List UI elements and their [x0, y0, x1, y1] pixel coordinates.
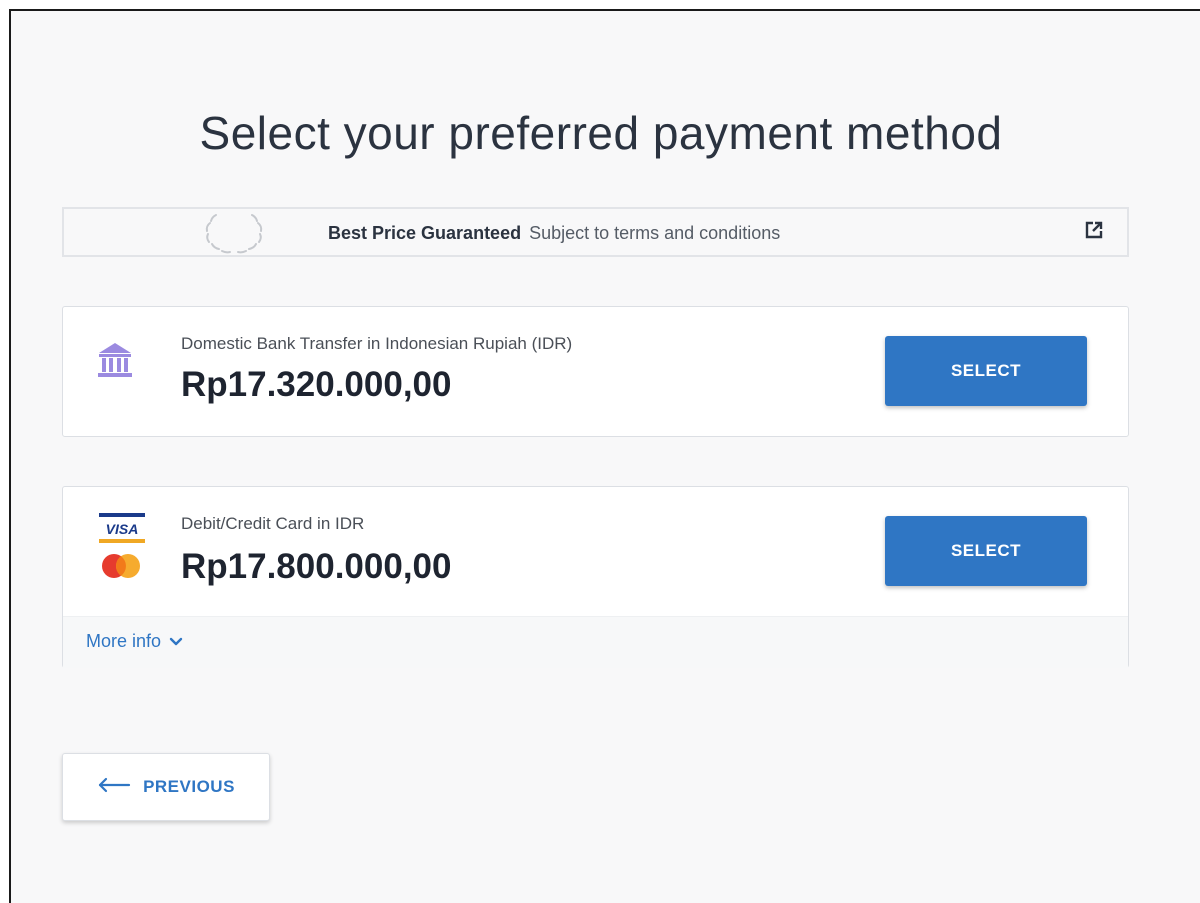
banner-text: Best Price Guaranteed Subject to terms an…: [328, 223, 780, 244]
chevron-down-icon: [169, 631, 183, 652]
mastercard-icon: [100, 553, 144, 584]
payment-option-price: Rp17.320.000,00: [181, 365, 452, 404]
visa-text: VISA: [106, 521, 139, 537]
previous-button[interactable]: PREVIOUS: [62, 753, 270, 821]
select-bank-transfer-button[interactable]: SELECT: [885, 336, 1087, 406]
banner-headline: Best Price Guaranteed: [328, 223, 522, 243]
payment-option-card: VISA Debit/Credit Card in IDR Rp17.800.0…: [62, 486, 1129, 668]
laurel-wreath-icon: [196, 207, 272, 264]
select-card-button[interactable]: SELECT: [885, 516, 1087, 586]
best-price-banner: Best Price Guaranteed Subject to terms an…: [62, 207, 1129, 257]
more-info-bar: More info: [63, 616, 1128, 668]
page-title: Select your preferred payment method: [199, 106, 1003, 159]
arrow-left-icon: [97, 777, 131, 798]
bank-icon: [97, 341, 133, 384]
more-info-link[interactable]: More info: [86, 631, 183, 652]
visa-icon: VISA: [99, 513, 145, 548]
external-link-icon[interactable]: [1085, 221, 1103, 244]
more-info-label: More info: [86, 631, 162, 651]
payment-option-label: Domestic Bank Transfer in Indonesian Rup…: [181, 334, 573, 353]
page-frame: Select your preferred payment method Bes…: [9, 9, 1200, 903]
payment-option-price: Rp17.800.000,00: [181, 547, 452, 586]
payment-option-bank-transfer: Domestic Bank Transfer in Indonesian Rup…: [62, 306, 1129, 437]
banner-subtext: Subject to terms and conditions: [529, 223, 781, 243]
previous-label: PREVIOUS: [143, 777, 235, 796]
payment-option-label: Debit/Credit Card in IDR: [181, 514, 365, 533]
